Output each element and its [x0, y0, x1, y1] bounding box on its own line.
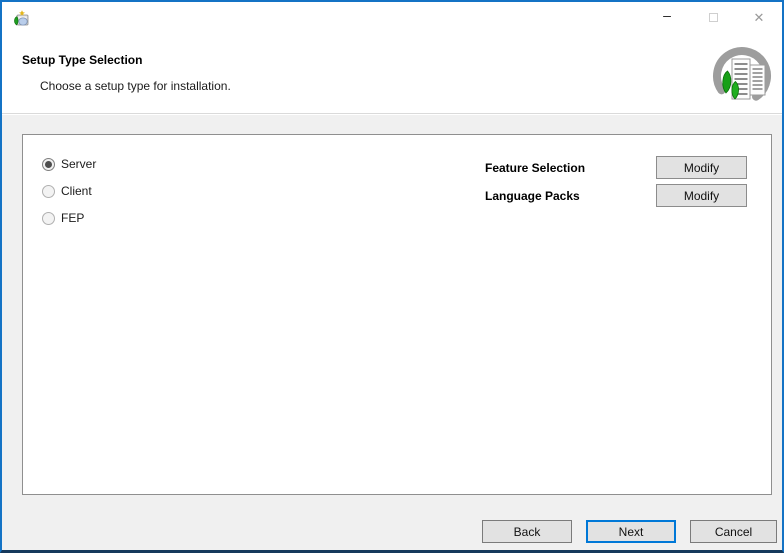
installer-window: – ✕ Setup Type Selection Choose a setup …: [0, 0, 784, 553]
maximize-button: [690, 2, 736, 32]
content-panel: Server Client FEP Feature Selection Modi…: [22, 134, 772, 495]
cancel-button[interactable]: Cancel: [690, 520, 777, 543]
close-icon: ✕: [754, 11, 765, 24]
radio-label: Server: [61, 157, 96, 171]
language-packs-label: Language Packs: [485, 189, 580, 203]
installer-package-icon: [12, 9, 30, 27]
server-documents-trees-logo: [710, 45, 776, 111]
radio-option-client[interactable]: Client: [42, 183, 92, 199]
language-packs-row: Language Packs Modify: [485, 184, 747, 207]
back-button[interactable]: Back: [482, 520, 572, 543]
radio-label: Client: [61, 184, 92, 198]
minimize-icon: –: [663, 8, 671, 22]
radio-icon: [42, 158, 55, 171]
page-subtitle: Choose a setup type for installation.: [40, 79, 231, 93]
feature-selection-label: Feature Selection: [485, 161, 585, 175]
radio-label: FEP: [61, 211, 84, 225]
next-button[interactable]: Next: [586, 520, 676, 543]
page-title: Setup Type Selection: [22, 53, 142, 67]
radio-option-fep[interactable]: FEP: [42, 210, 84, 226]
radio-icon: [42, 212, 55, 225]
language-packs-modify-button[interactable]: Modify: [656, 184, 747, 207]
wizard-header: Setup Type Selection Choose a setup type…: [2, 32, 782, 114]
titlebar[interactable]: – ✕: [2, 2, 782, 32]
feature-selection-row: Feature Selection Modify: [485, 156, 747, 179]
maximize-icon: [709, 13, 718, 22]
close-button[interactable]: ✕: [736, 2, 782, 32]
window-controls: – ✕: [644, 2, 782, 32]
feature-selection-modify-button[interactable]: Modify: [656, 156, 747, 179]
wizard-body: Server Client FEP Feature Selection Modi…: [2, 115, 782, 550]
radio-icon: [42, 185, 55, 198]
minimize-button[interactable]: –: [644, 2, 690, 32]
radio-option-server[interactable]: Server: [42, 156, 96, 172]
